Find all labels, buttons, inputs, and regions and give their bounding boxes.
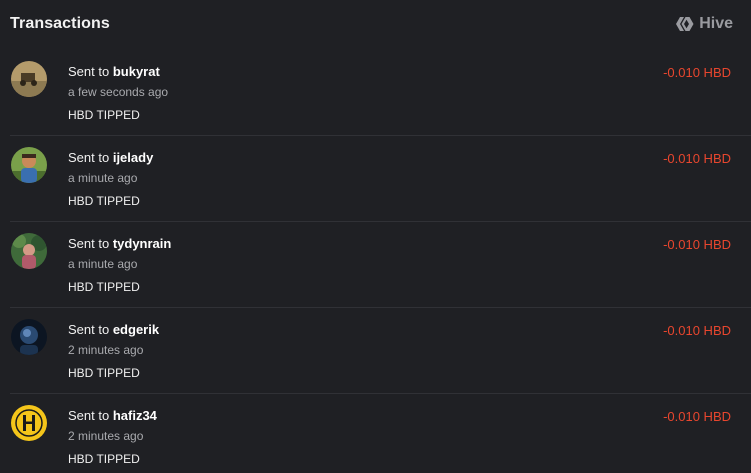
transaction-row[interactable]: Sent to ijelady a minute ago HBD TIPPED … [10,136,751,222]
transaction-time: 2 minutes ago [68,429,144,443]
transaction-description: Sent to tydynrain [68,236,171,251]
transaction-row[interactable]: Sent to edgerik 2 minutes ago HBD TIPPED… [10,308,751,394]
hive-logo-icon [676,17,694,31]
avatar-hafiz34-icon [11,405,47,441]
transaction-time: a minute ago [68,257,138,271]
transaction-amount: -0.010 HBD [663,151,731,166]
transaction-description: Sent to bukyrat [68,64,160,79]
transaction-memo: HBD TIPPED [68,280,140,294]
transaction-memo: HBD TIPPED [68,366,140,380]
transaction-memo: HBD TIPPED [68,108,140,122]
transaction-prefix: Sent to [68,322,110,337]
panel-header: Transactions Hive [10,13,733,35]
hive-brand[interactable]: Hive [676,15,733,33]
avatar[interactable] [11,233,47,269]
transaction-prefix: Sent to [68,64,110,79]
transaction-time: 2 minutes ago [68,343,144,357]
transaction-row[interactable]: Sent to bukyrat a few seconds ago HBD TI… [10,50,751,136]
transaction-row[interactable]: Sent to hafiz34 2 minutes ago HBD TIPPED… [10,394,751,473]
transaction-amount: -0.010 HBD [663,237,731,252]
transactions-panel: Transactions Hive Sent to bukyrat a few … [0,0,751,473]
transaction-description: Sent to hafiz34 [68,408,157,423]
panel-title: Transactions [10,15,110,32]
transaction-prefix: Sent to [68,236,110,251]
recipient-link[interactable]: edgerik [113,322,159,337]
avatar[interactable] [11,147,47,183]
transaction-prefix: Sent to [68,150,110,165]
transaction-prefix: Sent to [68,408,110,423]
transaction-row[interactable]: Sent to tydynrain a minute ago HBD TIPPE… [10,222,751,308]
avatar[interactable] [11,61,47,97]
transaction-description: Sent to ijelady [68,150,153,165]
avatar[interactable] [11,405,47,441]
avatar-edgerik-icon [11,319,47,355]
transaction-time: a few seconds ago [68,85,169,99]
transaction-amount: -0.010 HBD [663,323,731,338]
transaction-list: Sent to bukyrat a few seconds ago HBD TI… [10,50,751,473]
recipient-link[interactable]: bukyrat [113,64,160,79]
recipient-link[interactable]: hafiz34 [113,408,157,423]
transaction-memo: HBD TIPPED [68,452,140,466]
recipient-link[interactable]: ijelady [113,150,153,165]
brand-label: Hive [699,15,733,32]
avatar-ijelady-icon [11,147,47,183]
avatar-bukyrat-icon [11,61,47,97]
avatar[interactable] [11,319,47,355]
transaction-memo: HBD TIPPED [68,194,140,208]
transaction-amount: -0.010 HBD [663,409,731,424]
transaction-description: Sent to edgerik [68,322,159,337]
transaction-amount: -0.010 HBD [663,65,731,80]
avatar-tydynrain-icon [11,233,47,269]
recipient-link[interactable]: tydynrain [113,236,172,251]
transaction-time: a minute ago [68,171,138,185]
